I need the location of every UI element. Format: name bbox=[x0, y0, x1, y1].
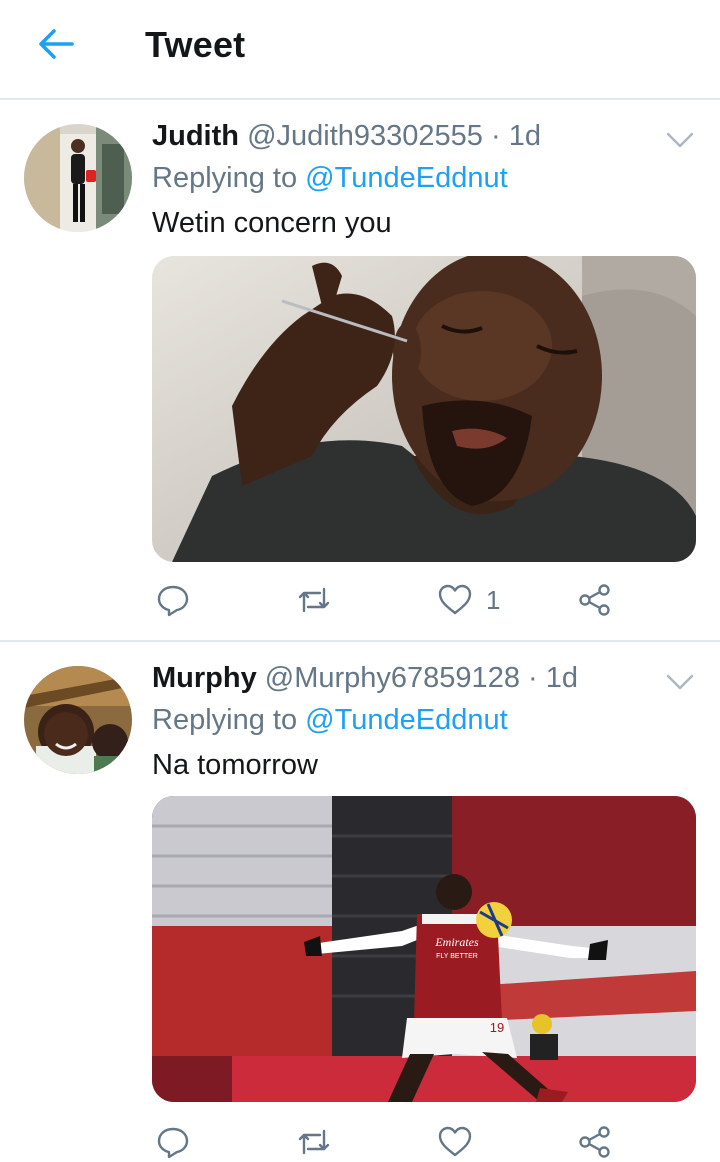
tweet-actions: 1 bbox=[152, 580, 696, 620]
tweet-judith[interactable]: Judith @Judith93302555 · 1d Replying to … bbox=[0, 100, 720, 640]
tweet-actions bbox=[152, 1122, 696, 1162]
tweet-media-image[interactable]: Emirates FLY BETTER 19 bbox=[152, 796, 696, 1102]
back-button[interactable] bbox=[34, 24, 78, 64]
tweet-text: Wetin concern you bbox=[152, 207, 392, 239]
user-handle[interactable]: @Murphy67859128 bbox=[265, 662, 520, 694]
tweet-header: Judith @Judith93302555 · 1d bbox=[152, 120, 541, 153]
tweet-media-image[interactable] bbox=[152, 256, 696, 562]
reply-icon bbox=[157, 585, 189, 617]
retweet-button[interactable] bbox=[296, 580, 346, 620]
reply-icon bbox=[157, 1127, 189, 1159]
like-count: 1 bbox=[486, 584, 501, 615]
separator-dot: · bbox=[490, 120, 501, 152]
heart-icon bbox=[438, 584, 472, 615]
replying-to: Replying to @TundeEddnut bbox=[152, 162, 508, 195]
tweet-menu-button[interactable] bbox=[662, 670, 698, 694]
tweet-murphy[interactable]: Murphy @Murphy67859128 · 1d Replying to … bbox=[0, 642, 720, 1159]
heart-icon bbox=[438, 1126, 472, 1157]
share-button[interactable] bbox=[578, 1122, 612, 1162]
shirt-sponsor-text: Emirates bbox=[434, 935, 479, 949]
tweet-header: Murphy @Murphy67859128 · 1d bbox=[152, 662, 578, 695]
reply-button[interactable] bbox=[156, 1122, 204, 1162]
replying-to: Replying to @TundeEddnut bbox=[152, 704, 508, 737]
share-button[interactable] bbox=[578, 580, 612, 620]
top-app-bar: Tweet bbox=[0, 0, 720, 98]
shorts-number-text: 19 bbox=[490, 1020, 504, 1035]
avatar[interactable] bbox=[24, 666, 132, 774]
tweet-menu-button[interactable] bbox=[662, 128, 698, 152]
replying-label: Replying to bbox=[152, 704, 298, 736]
arrow-left-icon bbox=[39, 29, 74, 59]
chevron-down-icon bbox=[666, 132, 694, 148]
shirt-tagline-text: FLY BETTER bbox=[436, 953, 478, 960]
display-name[interactable]: Judith bbox=[152, 120, 239, 152]
avatar[interactable] bbox=[24, 124, 132, 232]
timestamp[interactable]: 1d bbox=[509, 120, 541, 152]
retweet-icon bbox=[298, 587, 330, 613]
like-button[interactable]: 1 bbox=[438, 580, 500, 620]
retweet-icon bbox=[298, 1129, 330, 1155]
chevron-down-icon bbox=[666, 674, 694, 690]
share-icon bbox=[579, 584, 610, 616]
display-name[interactable]: Murphy bbox=[152, 662, 257, 694]
page-title: Tweet bbox=[145, 24, 246, 65]
reply-button[interactable] bbox=[156, 580, 204, 620]
tweet-text: Na tomorrow bbox=[152, 749, 318, 781]
share-icon bbox=[579, 1126, 610, 1158]
timestamp[interactable]: 1d bbox=[546, 662, 578, 694]
retweet-button[interactable] bbox=[296, 1122, 346, 1162]
separator-dot: · bbox=[528, 662, 538, 694]
user-handle[interactable]: @Judith93302555 bbox=[247, 120, 483, 152]
mention-link[interactable]: @TundeEddnut bbox=[305, 162, 508, 194]
mention-link[interactable]: @TundeEddnut bbox=[305, 704, 508, 736]
like-button[interactable] bbox=[438, 1122, 486, 1162]
replying-label: Replying to bbox=[152, 162, 298, 194]
